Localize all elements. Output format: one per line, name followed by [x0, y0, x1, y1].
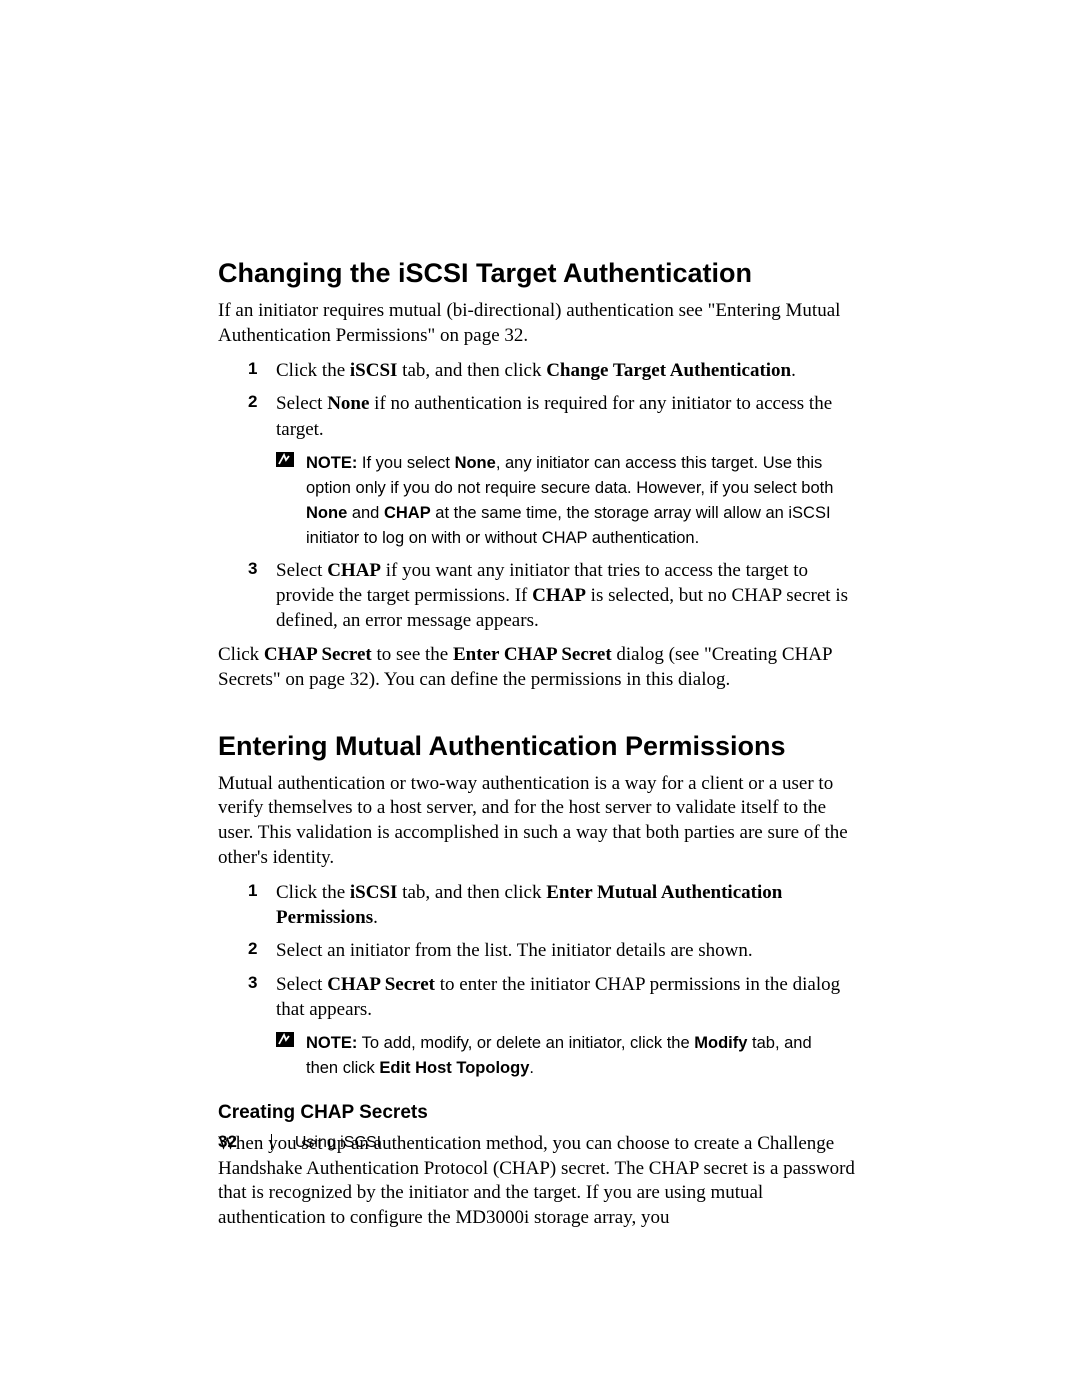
step-text: Select None if no authentication is requ… [276, 393, 832, 439]
step-text: Click the iSCSI tab, and then click Chan… [276, 360, 796, 381]
step-text: Select CHAP if you want any initiator th… [276, 560, 848, 631]
heading-changing-iscsi-target-auth: Changing the iSCSI Target Authentication [218, 258, 858, 289]
section1-steps: 1 Click the iSCSI tab, and then click Ch… [218, 358, 858, 633]
section2-steps: 1 Click the iSCSI tab, and then click En… [218, 880, 858, 1080]
footer-separator [271, 1134, 272, 1150]
step-number: 3 [248, 558, 257, 580]
step-number: 1 [248, 880, 257, 902]
step-text: Select an initiator from the list. The i… [276, 940, 753, 961]
document-page: Changing the iSCSI Target Authentication… [0, 0, 1080, 1397]
note-text: NOTE: To add, modify, or delete an initi… [306, 1034, 812, 1077]
step-number: 2 [248, 391, 257, 413]
step-3: 3 Select CHAP Secret to enter the initia… [218, 972, 858, 1080]
section1-intro: If an initiator requires mutual (bi-dire… [218, 299, 858, 348]
heading-entering-mutual-auth: Entering Mutual Authentication Permissio… [218, 731, 858, 762]
step-number: 1 [248, 358, 257, 380]
page-number: 32 [218, 1132, 237, 1151]
step-3: 3 Select CHAP if you want any initiator … [218, 558, 858, 633]
note-icon [276, 1032, 294, 1047]
step-number: 3 [248, 972, 257, 994]
step-1: 1 Click the iSCSI tab, and then click Ch… [218, 358, 858, 383]
note-icon [276, 452, 294, 467]
page-content: Changing the iSCSI Target Authentication… [218, 258, 858, 1241]
step-1: 1 Click the iSCSI tab, and then click En… [218, 880, 858, 930]
step-number: 2 [248, 938, 257, 960]
note-block: NOTE: To add, modify, or delete an initi… [276, 1030, 858, 1080]
section2-intro: Mutual authentication or two-way authent… [218, 772, 858, 871]
step-2: 2 Select None if no authentication is re… [218, 391, 858, 549]
note-block: NOTE: If you select None, any initiator … [276, 450, 858, 550]
step-2: 2 Select an initiator from the list. The… [218, 938, 858, 963]
section1-after: Click CHAP Secret to see the Enter CHAP … [218, 643, 858, 692]
footer-title: Using iSCSI [295, 1134, 381, 1151]
step-text: Click the iSCSI tab, and then click Ente… [276, 882, 782, 928]
heading-creating-chap-secrets: Creating CHAP Secrets [218, 1102, 858, 1124]
step-text: Select CHAP Secret to enter the initiato… [276, 974, 840, 1020]
page-footer: 32 Using iSCSI [218, 1132, 381, 1152]
note-text: NOTE: If you select None, any initiator … [306, 454, 833, 547]
